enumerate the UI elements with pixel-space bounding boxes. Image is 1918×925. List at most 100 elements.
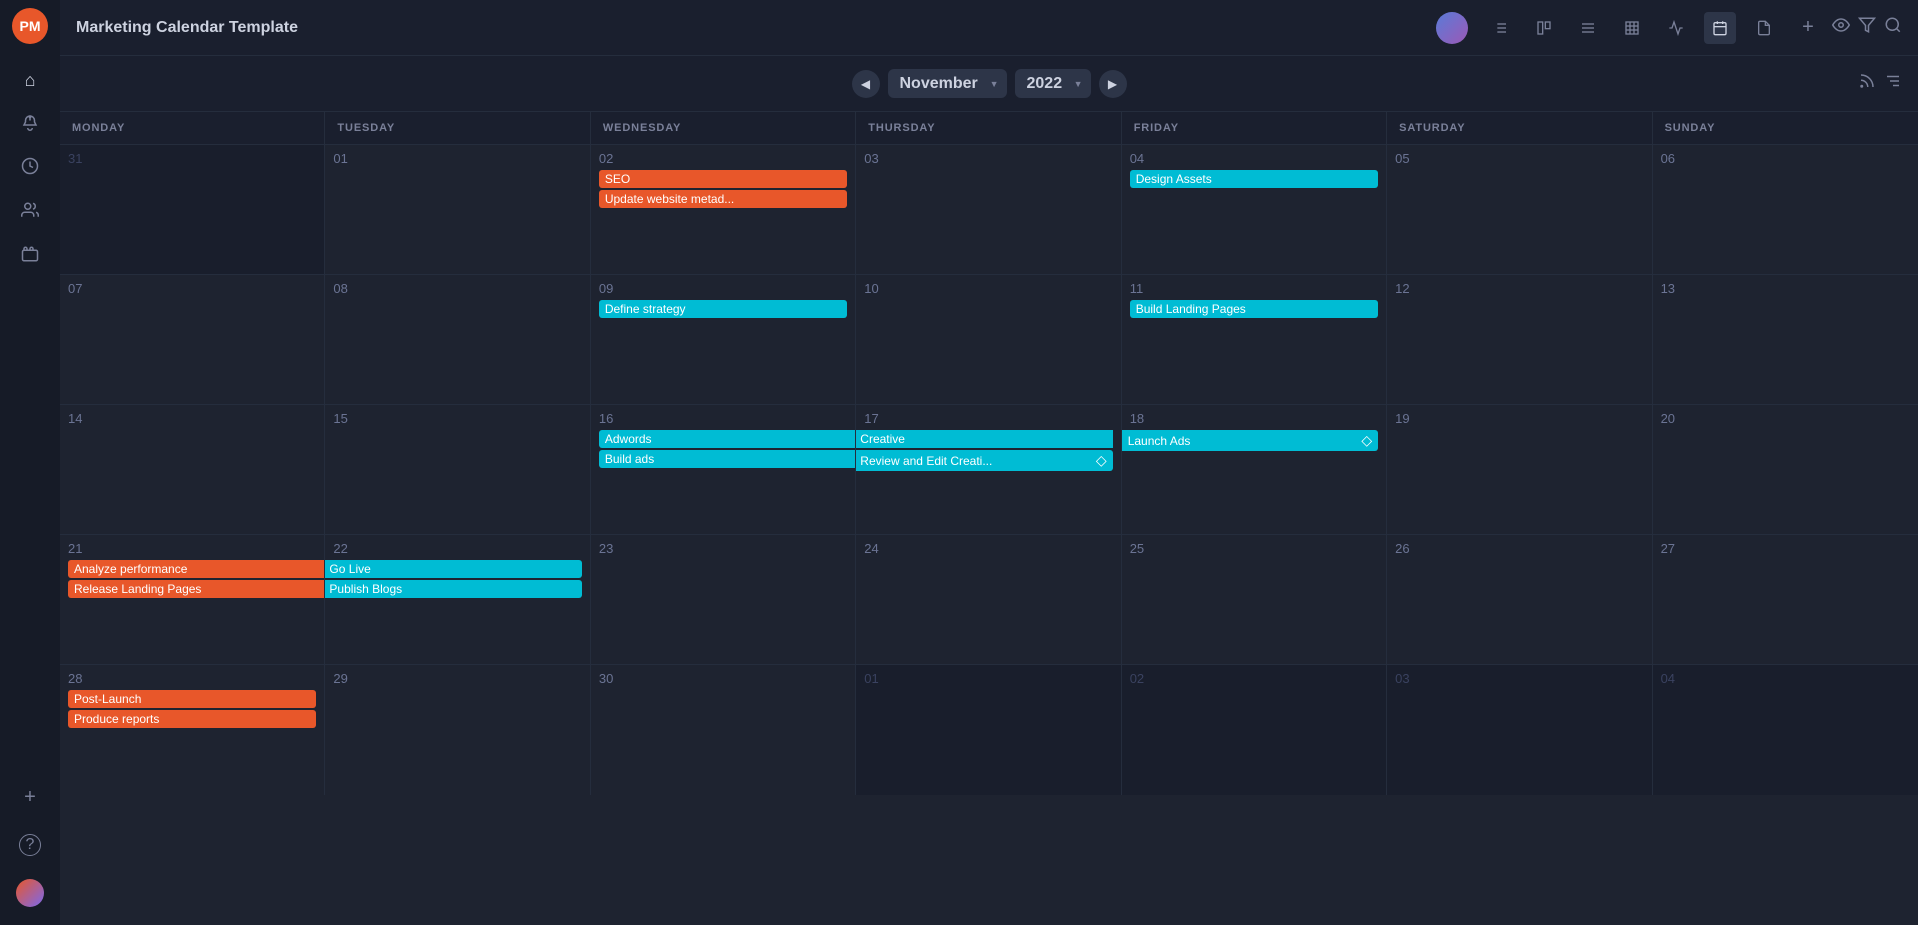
- sidebar-item-projects[interactable]: [10, 236, 50, 276]
- eye-icon[interactable]: [1832, 16, 1850, 39]
- header-wednesday: WEDNESDAY: [591, 112, 856, 144]
- day-number: 22: [333, 541, 581, 556]
- day-number: 29: [333, 671, 581, 686]
- cal-day-nov19[interactable]: 19: [1387, 405, 1652, 534]
- event-adwords[interactable]: Adwords: [599, 430, 855, 448]
- cal-day-nov20[interactable]: 20: [1653, 405, 1918, 534]
- cal-day-nov10[interactable]: 10: [856, 275, 1121, 404]
- sidebar-item-recent[interactable]: [10, 148, 50, 188]
- event-launch-ads[interactable]: Launch Ads ◇: [1122, 430, 1378, 451]
- cal-day-nov21[interactable]: 21 Analyze performance Release Landing P…: [60, 535, 325, 664]
- header-thursday: THURSDAY: [856, 112, 1121, 144]
- day-number: 07: [68, 281, 316, 296]
- event-produce-reports[interactable]: Produce reports: [68, 710, 316, 728]
- notifications-icon: [21, 113, 39, 135]
- settings-icon[interactable]: [1884, 72, 1902, 95]
- day-number: 02: [1130, 671, 1378, 686]
- cal-day-nov15[interactable]: 15: [325, 405, 590, 534]
- cal-day-nov28[interactable]: 28 Post-Launch Produce reports: [60, 665, 325, 795]
- doc-view-icon[interactable]: [1748, 12, 1780, 44]
- list-view-icon[interactable]: [1484, 12, 1516, 44]
- event-update-website[interactable]: Update website metad...: [599, 190, 847, 208]
- filter-icon[interactable]: [1858, 16, 1876, 39]
- day-number: 24: [864, 541, 1112, 556]
- day-number: 14: [68, 411, 316, 426]
- event-analyze-performance[interactable]: Analyze performance: [68, 560, 324, 578]
- cal-day-nov22[interactable]: 22 Go Live Publish Blogs: [325, 535, 590, 664]
- cal-day-dec02[interactable]: 02: [1122, 665, 1387, 795]
- event-creative[interactable]: Creative: [856, 430, 1112, 448]
- event-build-ads[interactable]: Build ads: [599, 450, 855, 468]
- cal-day-nov30[interactable]: 30: [591, 665, 856, 795]
- activity-view-icon[interactable]: [1660, 12, 1692, 44]
- sidebar-item-help[interactable]: ?: [10, 825, 50, 865]
- calendar-grid: MONDAY TUESDAY WEDNESDAY THURSDAY FRIDAY…: [60, 112, 1918, 925]
- board-view-icon[interactable]: [1528, 12, 1560, 44]
- day-number: 12: [1395, 281, 1643, 296]
- event-publish-blogs[interactable]: Publish Blogs: [325, 580, 581, 598]
- calendar-body: 31 01 02 SEO Update website metad... 03 …: [60, 145, 1918, 925]
- cal-day-nov11[interactable]: 11 Build Landing Pages: [1122, 275, 1387, 404]
- event-build-landing-pages[interactable]: Build Landing Pages: [1130, 300, 1378, 318]
- cal-day-nov14[interactable]: 14: [60, 405, 325, 534]
- calendar-view-icon[interactable]: [1704, 12, 1736, 44]
- cal-day-nov16[interactable]: 16 Adwords Build ads: [591, 405, 856, 534]
- calendar-week-5: 28 Post-Launch Produce reports 29 30 01 …: [60, 665, 1918, 795]
- event-post-launch[interactable]: Post-Launch: [68, 690, 316, 708]
- event-go-live[interactable]: Go Live: [325, 560, 581, 578]
- sidebar-item-user[interactable]: [10, 873, 50, 913]
- cal-day-nov23[interactable]: 23: [591, 535, 856, 664]
- calendar-nav-center: ◀ November 2022 ▶: [852, 69, 1127, 98]
- event-label: Review and Edit Creati...: [860, 454, 992, 468]
- cal-day-nov25[interactable]: 25: [1122, 535, 1387, 664]
- search-icon[interactable]: [1884, 16, 1902, 39]
- cal-day-dec04[interactable]: 04: [1653, 665, 1918, 795]
- header-friday: FRIDAY: [1122, 112, 1387, 144]
- day-number: 10: [864, 281, 1112, 296]
- sidebar-item-notifications[interactable]: [10, 104, 50, 144]
- cal-day-nov09[interactable]: 09 Define strategy: [591, 275, 856, 404]
- cal-day-nov07[interactable]: 07: [60, 275, 325, 404]
- day-number: 11: [1130, 281, 1378, 296]
- event-release-landing-pages[interactable]: Release Landing Pages: [68, 580, 324, 598]
- cal-day-nov17[interactable]: 17 Creative Review and Edit Creati... ◇: [856, 405, 1121, 534]
- month-select[interactable]: November: [888, 69, 1007, 98]
- table-view-icon[interactable]: [1616, 12, 1648, 44]
- cal-day-dec01[interactable]: 01: [856, 665, 1121, 795]
- cal-day-nov24[interactable]: 24: [856, 535, 1121, 664]
- app-logo[interactable]: PM: [12, 8, 48, 44]
- cal-day-nov06[interactable]: 06: [1653, 145, 1918, 274]
- cal-day-nov12[interactable]: 12: [1387, 275, 1652, 404]
- cal-day-nov04[interactable]: 04 Design Assets: [1122, 145, 1387, 274]
- day-number: 26: [1395, 541, 1643, 556]
- cal-day-nov13[interactable]: 13: [1653, 275, 1918, 404]
- cal-day-nov27[interactable]: 27: [1653, 535, 1918, 664]
- event-review-edit[interactable]: Review and Edit Creati... ◇: [856, 450, 1112, 471]
- sidebar-item-add[interactable]: +: [10, 777, 50, 817]
- event-design-assets[interactable]: Design Assets: [1130, 170, 1378, 188]
- cal-day-nov02[interactable]: 02 SEO Update website metad...: [591, 145, 856, 274]
- sidebar-item-team[interactable]: [10, 192, 50, 232]
- cal-day-nov01[interactable]: 01: [325, 145, 590, 274]
- cal-day-nov05[interactable]: 05: [1387, 145, 1652, 274]
- header-monday: MONDAY: [60, 112, 325, 144]
- day-number: 27: [1661, 541, 1910, 556]
- day-number: 21: [68, 541, 316, 556]
- cal-day-nov08[interactable]: 08: [325, 275, 590, 404]
- year-select[interactable]: 2022: [1015, 69, 1091, 98]
- cal-day-nov29[interactable]: 29: [325, 665, 590, 795]
- event-define-strategy[interactable]: Define strategy: [599, 300, 847, 318]
- cal-day-nov03[interactable]: 03: [856, 145, 1121, 274]
- home-icon: ⌂: [25, 70, 36, 91]
- cal-day-dec03[interactable]: 03: [1387, 665, 1652, 795]
- timeline-view-icon[interactable]: [1572, 12, 1604, 44]
- rss-icon[interactable]: [1858, 72, 1876, 95]
- cal-day-nov18[interactable]: 18 Launch Ads ◇: [1122, 405, 1387, 534]
- prev-month-button[interactable]: ◀: [852, 70, 880, 98]
- cal-day-oct31[interactable]: 31: [60, 145, 325, 274]
- sidebar-item-home[interactable]: ⌂: [10, 60, 50, 100]
- cal-day-nov26[interactable]: 26: [1387, 535, 1652, 664]
- next-month-button[interactable]: ▶: [1099, 70, 1127, 98]
- add-view-icon[interactable]: +: [1792, 12, 1824, 44]
- event-seo[interactable]: SEO: [599, 170, 847, 188]
